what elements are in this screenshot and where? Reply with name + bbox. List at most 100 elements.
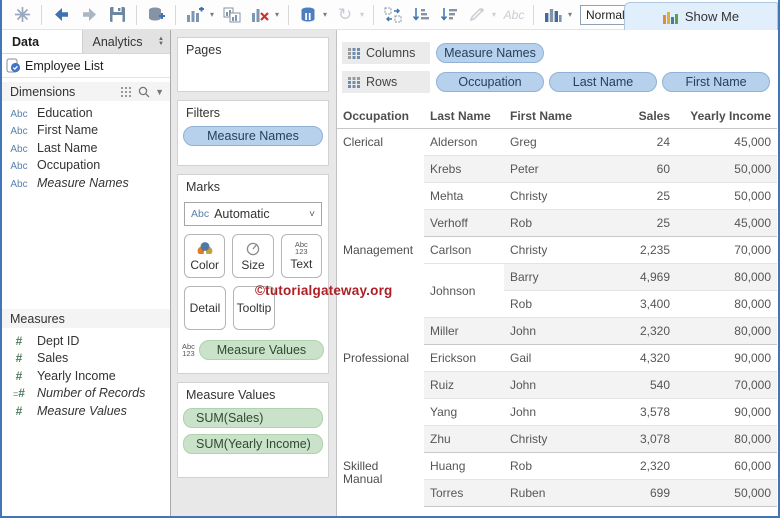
highlight-icon[interactable]: [466, 3, 488, 27]
last-name-cell[interactable]: Alderson: [424, 128, 504, 156]
first-name-cell[interactable]: John: [504, 398, 600, 426]
first-name-cell[interactable]: Rob: [504, 209, 600, 237]
first-name-cell[interactable]: Rob: [504, 290, 600, 318]
sales-cell[interactable]: 25: [600, 182, 676, 210]
income-cell[interactable]: 70,000: [676, 371, 777, 399]
clear-sheet-icon[interactable]: [249, 3, 271, 27]
income-cell[interactable]: 80,000: [676, 317, 777, 345]
refresh-icon[interactable]: ↻: [334, 3, 356, 27]
last-name-cell[interactable]: Mehta: [424, 182, 504, 210]
sales-cell[interactable]: 4,320: [600, 344, 676, 372]
first-name-cell[interactable]: Ruben: [504, 479, 600, 507]
fit-axes-caret-icon[interactable]: ▾: [568, 10, 576, 19]
sales-cell[interactable]: 699: [600, 479, 676, 507]
view-options-icon[interactable]: [121, 86, 133, 97]
column-header-occupation[interactable]: Occupation: [337, 105, 424, 129]
color-button[interactable]: Color: [184, 234, 226, 278]
clear-sheet-caret-icon[interactable]: ▾: [275, 10, 283, 19]
column-header-sales[interactable]: Sales: [600, 105, 676, 129]
income-cell[interactable]: 80,000: [676, 290, 777, 318]
sales-cell[interactable]: 540: [600, 371, 676, 399]
income-cell[interactable]: 45,000: [676, 209, 777, 237]
first-name-cell[interactable]: Christy: [504, 182, 600, 210]
redo-icon[interactable]: [78, 3, 100, 27]
refresh-caret-icon[interactable]: ▾: [360, 10, 368, 19]
rows-pill-occupation[interactable]: Occupation: [436, 72, 544, 92]
column-header-last-name[interactable]: Last Name: [424, 105, 504, 129]
measure-item-dept-id[interactable]: # Dept ID: [2, 332, 170, 350]
column-header-yearly-income[interactable]: Yearly Income: [676, 105, 777, 129]
income-cell[interactable]: 80,000: [676, 263, 777, 291]
last-name-cell[interactable]: Krebs: [424, 155, 504, 183]
first-name-cell[interactable]: John: [504, 371, 600, 399]
first-name-cell[interactable]: Barry: [504, 263, 600, 291]
income-cell[interactable]: 50,000: [676, 155, 777, 183]
occupation-cell[interactable]: Management: [337, 237, 424, 345]
tab-data[interactable]: Data: [2, 30, 82, 53]
last-name-cell[interactable]: Erickson: [424, 344, 504, 372]
first-name-cell[interactable]: Rob: [504, 452, 600, 480]
sales-cell[interactable]: 2,320: [600, 317, 676, 345]
last-name-cell[interactable]: Johnson: [424, 263, 504, 318]
highlight-caret-icon[interactable]: ▾: [492, 10, 500, 19]
sales-cell[interactable]: 60: [600, 155, 676, 183]
dimension-item-measure-names[interactable]: Abc Measure Names: [2, 174, 170, 192]
last-name-cell[interactable]: Verhoff: [424, 209, 504, 237]
income-cell[interactable]: 70,000: [676, 236, 777, 264]
sales-cell[interactable]: 3,400: [600, 290, 676, 318]
last-name-cell[interactable]: Miller: [424, 317, 504, 345]
show-mark-labels-icon[interactable]: Abc: [503, 3, 525, 27]
measure-values-pill-sum-sales-[interactable]: SUM(Sales): [183, 408, 323, 428]
marks-measure-values-pill[interactable]: Measure Values: [198, 340, 324, 360]
sales-cell[interactable]: 24: [600, 128, 676, 156]
fit-axes-icon[interactable]: [542, 3, 564, 27]
occupation-cell[interactable]: Professional: [337, 345, 424, 453]
tooltip-button[interactable]: Tooltip: [233, 286, 275, 330]
chevron-down-icon[interactable]: ▼: [155, 87, 164, 97]
last-name-cell[interactable]: Zhu: [424, 425, 504, 453]
search-icon[interactable]: [138, 86, 150, 98]
measure-item-yearly-income[interactable]: # Yearly Income: [2, 367, 170, 385]
dimension-item-first-name[interactable]: Abc First Name: [2, 122, 170, 140]
new-worksheet-caret-icon[interactable]: ▾: [210, 10, 218, 19]
sales-cell[interactable]: 25: [600, 209, 676, 237]
last-name-cell[interactable]: Torres: [424, 479, 504, 507]
datasource-item[interactable]: Employee List: [2, 54, 170, 78]
pause-auto-updates-caret-icon[interactable]: ▾: [323, 10, 331, 19]
dimension-item-last-name[interactable]: Abc Last Name: [2, 139, 170, 157]
tableau-logo-icon[interactable]: [11, 3, 33, 27]
income-cell[interactable]: 90,000: [676, 398, 777, 426]
sales-cell[interactable]: 3,078: [600, 425, 676, 453]
show-me-button[interactable]: Show Me: [624, 2, 778, 30]
income-cell[interactable]: 90,000: [676, 344, 777, 372]
text-button[interactable]: Abc 123 Text: [280, 234, 322, 278]
sort-ascending-icon[interactable]: [410, 3, 432, 27]
measure-item-number-of-records[interactable]: =# Number of Records: [2, 385, 170, 403]
first-name-cell[interactable]: Greg: [504, 128, 600, 156]
income-cell[interactable]: 50,000: [676, 182, 777, 210]
measure-values-pill-sum-yearly-income-[interactable]: SUM(Yearly Income): [183, 434, 323, 454]
size-button[interactable]: Size: [232, 234, 274, 278]
measure-item-measure-values[interactable]: # Measure Values: [2, 402, 170, 420]
income-cell[interactable]: 50,000: [676, 479, 777, 507]
occupation-cell[interactable]: Skilled Manual: [337, 453, 424, 507]
measure-item-sales[interactable]: # Sales: [2, 350, 170, 368]
sort-descending-icon[interactable]: [438, 3, 460, 27]
last-name-cell[interactable]: Ruiz: [424, 371, 504, 399]
first-name-cell[interactable]: Christy: [504, 236, 600, 264]
sales-cell[interactable]: 4,969: [600, 263, 676, 291]
tab-analytics[interactable]: Analytics: [82, 30, 152, 53]
last-name-cell[interactable]: Huang: [424, 452, 504, 480]
duplicate-sheet-icon[interactable]: [221, 3, 243, 27]
pane-toggle-icon[interactable]: ▲ ▼: [152, 30, 170, 53]
column-header-first-name[interactable]: First Name: [504, 105, 600, 129]
last-name-cell[interactable]: Yang: [424, 398, 504, 426]
new-datasource-icon[interactable]: [145, 3, 167, 27]
dimension-item-occupation[interactable]: Abc Occupation: [2, 157, 170, 175]
last-name-cell[interactable]: Carlson: [424, 236, 504, 264]
mark-type-dropdown[interactable]: Abc Automatic ˅: [184, 202, 322, 226]
first-name-cell[interactable]: Gail: [504, 344, 600, 372]
first-name-cell[interactable]: Peter: [504, 155, 600, 183]
first-name-cell[interactable]: John: [504, 317, 600, 345]
save-icon[interactable]: [106, 3, 128, 27]
